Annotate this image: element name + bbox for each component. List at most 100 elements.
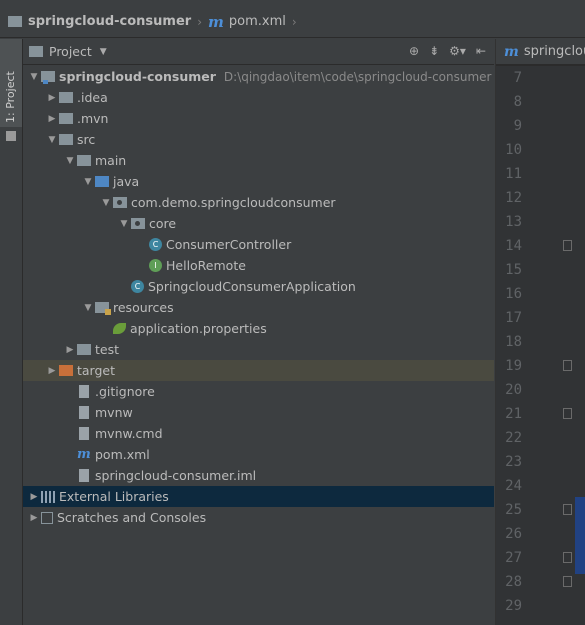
collapse-icon[interactable]: ⇟ [429, 44, 439, 58]
line-number: 13 [505, 214, 522, 230]
structure-icon[interactable] [6, 131, 16, 141]
tree-item-label: Scratches and Consoles [57, 510, 207, 525]
tree-item[interactable]: ▶ .mvn [23, 108, 494, 129]
scratches-icon [41, 511, 53, 524]
chevron-down-icon[interactable]: ▼ [45, 135, 59, 145]
package-icon [113, 197, 127, 208]
tree-item[interactable]: ▼ com.demo.springcloudconsumer [23, 192, 494, 213]
tree-item-label: .gitignore [95, 384, 155, 399]
fold-marker-icon[interactable] [563, 552, 572, 563]
editor-tab[interactable]: m springclou [496, 39, 585, 65]
selection-marker [575, 497, 585, 574]
tree-item-label: mvnw [95, 405, 133, 420]
fold-marker-icon[interactable] [563, 576, 572, 587]
module-folder-icon [41, 71, 55, 84]
spring-app-icon: C [131, 280, 144, 293]
tree-item-label: mvnw.cmd [95, 426, 163, 441]
line-number: 14 [505, 238, 522, 254]
line-number: 12 [505, 190, 522, 206]
line-number: 11 [505, 166, 522, 182]
tree-item[interactable]: ▼ springcloud-consumer D:\qingdao\item\cod… [23, 66, 494, 87]
tree-item[interactable]: ▶ .idea [23, 87, 494, 108]
tool-window-strip: 1: Project [0, 39, 23, 625]
breadcrumb-file[interactable]: pom.xml [229, 14, 286, 29]
tree-item-label: com.demo.springcloudconsumer [131, 195, 336, 210]
tree-item-label: springcloud-consumer [59, 69, 216, 84]
chevron-right-icon[interactable]: ▶ [45, 93, 59, 103]
folder-icon [59, 134, 73, 145]
breadcrumb-project[interactable]: springcloud-consumer [28, 14, 191, 29]
gear-icon[interactable]: ⚙▾ [449, 44, 466, 58]
chevron-down-icon[interactable]: ▼ [100, 47, 107, 57]
tree-item-label: java [113, 174, 140, 189]
fold-marker-icon[interactable] [563, 240, 572, 251]
fold-marker-icon[interactable] [563, 360, 572, 371]
project-tree: ▼ springcloud-consumer D:\qingdao\item\cod… [23, 66, 494, 528]
tree-item-label: resources [113, 300, 174, 315]
tree-item-label: main [95, 153, 127, 168]
tree-item[interactable]: mvnw.cmd [23, 423, 494, 444]
line-number: 16 [505, 286, 522, 302]
tree-item[interactable]: ▼ resources [23, 297, 494, 318]
line-number: 29 [505, 598, 522, 614]
chevron-right-icon: › [291, 14, 297, 29]
maven-icon: m [504, 43, 519, 60]
tree-item-label: springcloud-consumer.iml [95, 468, 257, 483]
tree-item[interactable]: m pom.xml [23, 444, 494, 465]
panel-tools: ⊕ ⇟ ⚙▾ ⇤ [409, 44, 486, 58]
line-number: 21 [505, 406, 522, 422]
tree-item[interactable]: .gitignore [23, 381, 494, 402]
tree-item[interactable]: ▶ External Libraries [23, 486, 494, 507]
tree-item[interactable]: ▼ src [23, 129, 494, 150]
globe-icon[interactable]: ⊕ [409, 44, 419, 58]
tree-item[interactable]: I HelloRemote [23, 255, 494, 276]
tree-item-label: ConsumerController [166, 237, 292, 252]
folder-icon [77, 155, 91, 166]
project-path: D:\qingdao\item\code\springcloud-consume… [223, 69, 492, 84]
chevron-right-icon[interactable]: ▶ [27, 492, 41, 502]
chevron-down-icon[interactable]: ▼ [81, 177, 95, 187]
resources-folder-icon [95, 302, 111, 315]
tree-item[interactable]: C SpringcloudConsumerApplication [23, 276, 494, 297]
tree-item[interactable]: application.properties [23, 318, 494, 339]
project-tool-tab[interactable]: 1: Project [0, 39, 22, 127]
line-number: 23 [505, 454, 522, 470]
line-number: 7 [513, 70, 522, 86]
tree-item[interactable]: C ConsumerController [23, 234, 494, 255]
tree-item-label: HelloRemote [166, 258, 246, 273]
libraries-icon [41, 490, 55, 503]
chevron-down-icon[interactable]: ▼ [81, 303, 95, 313]
project-panel-toolbar: Project ▼ ⊕ ⇟ ⚙▾ ⇤ [23, 39, 494, 65]
line-number: 17 [505, 310, 522, 326]
fold-marker-icon[interactable] [563, 504, 572, 515]
chevron-right-icon[interactable]: ▶ [45, 366, 59, 376]
tree-item[interactable]: ▼ core [23, 213, 494, 234]
project-view-icon [29, 46, 43, 57]
chevron-down-icon[interactable]: ▼ [99, 198, 113, 208]
chevron-down-icon[interactable]: ▼ [63, 156, 77, 166]
project-panel-title[interactable]: Project [49, 44, 92, 59]
chevron-down-icon[interactable]: ▼ [117, 219, 131, 229]
chevron-right-icon[interactable]: ▶ [27, 513, 41, 523]
editor-tab-label: springclou [523, 44, 585, 59]
source-folder-icon [95, 176, 109, 187]
tree-item[interactable]: ▼ java [23, 171, 494, 192]
spring-leaf-icon [113, 323, 126, 334]
tree-item[interactable]: ▶ test [23, 339, 494, 360]
fold-marker-icon[interactable] [563, 408, 572, 419]
tree-item[interactable]: springcloud-consumer.iml [23, 465, 494, 486]
folder-icon [59, 113, 73, 124]
tree-item[interactable]: mvnw [23, 402, 494, 423]
chevron-right-icon[interactable]: ▶ [45, 114, 59, 124]
chevron-right-icon[interactable]: ▶ [63, 345, 77, 355]
line-number: 15 [505, 262, 522, 278]
tree-item[interactable]: ▼ main [23, 150, 494, 171]
chevron-down-icon[interactable]: ▼ [27, 72, 41, 82]
tree-item-label: core [149, 216, 177, 231]
line-number: 28 [505, 574, 522, 590]
tree-item[interactable]: ▶ target [23, 360, 494, 381]
hide-icon[interactable]: ⇤ [476, 44, 486, 58]
folder-icon [77, 344, 91, 355]
folder-icon [8, 16, 22, 27]
tree-item[interactable]: ▶ Scratches and Consoles [23, 507, 494, 528]
